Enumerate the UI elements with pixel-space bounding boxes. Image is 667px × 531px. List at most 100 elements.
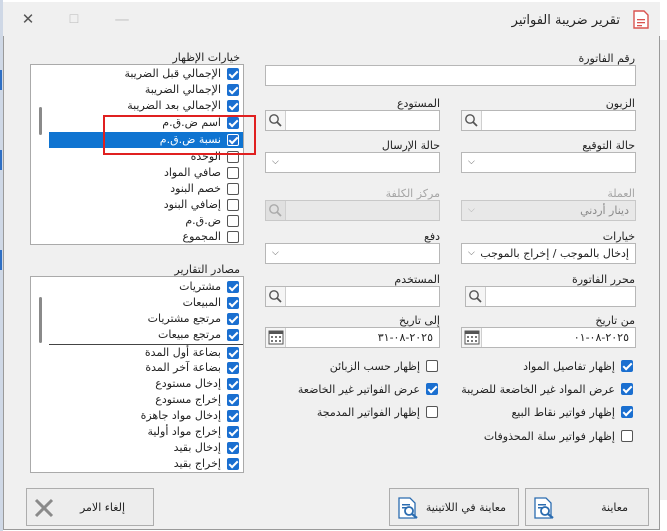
minimize-button[interactable]: — xyxy=(109,8,135,30)
list-item[interactable]: خصم البنود xyxy=(49,181,243,197)
send-status-select[interactable]: ⌵ xyxy=(265,152,440,173)
window-title: تقرير ضريبة الفواتير xyxy=(511,13,620,28)
date-from-value: ٢٠٢٥-٠٨-٠١ xyxy=(573,331,629,344)
show-nontaxable-materials-option[interactable]: عرض المواد غير الخاضعة للضريبة xyxy=(455,382,635,398)
search-icon[interactable] xyxy=(266,287,286,306)
checkbox[interactable] xyxy=(227,410,239,422)
checkbox[interactable] xyxy=(227,378,239,390)
display-options-title: خيارات الإظهار xyxy=(172,51,240,64)
list-item-label: إخراج مواد أولية xyxy=(147,425,221,438)
close-button[interactable]: ✕ xyxy=(15,8,41,30)
preview-latin-button[interactable]: معاينة في اللاتينية xyxy=(389,488,519,526)
signature-status-select[interactable]: ⌵ xyxy=(461,152,636,173)
checkbox[interactable] xyxy=(227,231,239,243)
list-item[interactable]: بضاعة أول المدة xyxy=(49,344,243,360)
options-select[interactable]: ⌵ إدخال بالموجب / إخراج بالموجب xyxy=(461,243,636,264)
list-item[interactable]: إخراج مستودع xyxy=(49,392,243,408)
checkbox[interactable] xyxy=(227,394,239,406)
checkbox[interactable] xyxy=(621,383,633,395)
show-by-customers-option[interactable]: إظهار حسب الزبائن xyxy=(300,359,440,375)
checkbox[interactable] xyxy=(227,84,239,96)
cancel-button[interactable]: إلغاء الامر xyxy=(26,488,154,526)
list-item-label: بضاعة آخر المدة xyxy=(145,361,221,374)
checkbox[interactable] xyxy=(227,68,239,80)
list-item[interactable]: المبيعات xyxy=(49,295,243,311)
chevron-down-icon: ⌵ xyxy=(468,248,475,258)
list-item-label: الإجمالي قبل الضريبة xyxy=(124,67,221,80)
show-nontaxable-invoices-option[interactable]: عرض الفواتير غير الخاضعة xyxy=(290,382,440,398)
list-item[interactable]: إخراج مواد أولية xyxy=(49,424,243,440)
checkbox[interactable] xyxy=(227,297,239,309)
list-item[interactable]: ض.ق.م xyxy=(49,213,243,229)
list-item-label: صافي المواد xyxy=(163,166,221,179)
list-item[interactable]: مشتريات xyxy=(49,279,243,295)
checkbox[interactable] xyxy=(621,406,633,418)
list-item-label: مشتريات xyxy=(179,280,221,293)
list-item[interactable]: إدخال مواد جاهزة xyxy=(49,408,243,424)
list-item[interactable]: مرتجع مشتريات xyxy=(49,311,243,327)
show-recycle-bin-invoices-option[interactable]: إظهار فواتير سلة المحذوفات xyxy=(470,429,635,445)
scrollbar-thumb[interactable] xyxy=(39,107,42,135)
checkbox[interactable] xyxy=(227,362,239,374)
checkbox[interactable] xyxy=(227,167,239,179)
checkbox[interactable] xyxy=(227,426,239,438)
cost-center-label: مركز الكلفة xyxy=(385,187,440,200)
list-item[interactable]: صافي المواد xyxy=(49,165,243,181)
list-item[interactable]: إدخال بقيد xyxy=(49,440,243,456)
chevron-down-icon: ⌵ xyxy=(272,248,279,258)
checkbox[interactable] xyxy=(227,215,239,227)
list-item-label: إخراج مستودع xyxy=(155,393,221,406)
checkbox[interactable] xyxy=(227,347,239,359)
customer-input[interactable] xyxy=(461,110,636,131)
list-item-label: إدخال بقيد xyxy=(173,441,221,454)
checkbox[interactable] xyxy=(227,313,239,325)
calendar-icon[interactable] xyxy=(462,328,482,347)
checkbox[interactable] xyxy=(227,458,239,470)
highlight-box xyxy=(103,115,256,155)
list-item[interactable]: الإجمالي الضريبة xyxy=(49,82,243,98)
checkbox[interactable] xyxy=(227,100,239,112)
checkbox[interactable] xyxy=(227,199,239,211)
payment-select[interactable]: ⌵ xyxy=(265,243,440,264)
checkbox[interactable] xyxy=(426,406,438,418)
scrollbar-thumb[interactable] xyxy=(39,297,42,343)
close-icon xyxy=(34,498,54,518)
list-item[interactable]: مرتجع مبيعات xyxy=(49,327,243,343)
checkbox[interactable] xyxy=(227,183,239,195)
show-merged-invoices-option[interactable]: إظهار الفواتير المدمجة xyxy=(300,405,440,421)
list-item[interactable]: إضافي البنود xyxy=(49,197,243,213)
checkbox[interactable] xyxy=(227,329,239,341)
calendar-icon[interactable] xyxy=(266,328,286,347)
restore-button[interactable]: ☐ xyxy=(61,8,87,30)
chevron-down-icon: ⌵ xyxy=(272,157,279,167)
search-icon[interactable] xyxy=(466,287,486,306)
report-sources-list[interactable]: مشتريات المبيعات مرتجع مشتريات مرتجع مبي… xyxy=(30,276,244,473)
checkbox[interactable] xyxy=(227,281,239,293)
checkbox[interactable] xyxy=(227,442,239,454)
date-to-input[interactable]: ٢٠٢٥-٠٨-٣١ xyxy=(265,327,440,348)
invoice-editor-input[interactable] xyxy=(465,286,636,307)
date-from-input[interactable]: ٢٠٢٥-٠٨-٠١ xyxy=(461,327,636,348)
warehouse-input[interactable] xyxy=(265,110,440,131)
list-item-label: المجموع xyxy=(182,230,221,243)
list-item[interactable]: إخراج بقيد xyxy=(49,456,243,472)
list-item[interactable]: بضاعة آخر المدة xyxy=(49,360,243,376)
option-label: إظهار الفواتير المدمجة xyxy=(316,406,420,419)
list-item[interactable]: الإجمالي بعد الضريبة xyxy=(49,98,243,114)
checkbox[interactable] xyxy=(621,360,633,372)
checkbox[interactable] xyxy=(621,430,633,442)
user-input[interactable] xyxy=(265,286,440,307)
show-material-details-option[interactable]: إظهار تفاصيل المواد xyxy=(490,359,635,375)
list-item[interactable]: الإجمالي قبل الضريبة xyxy=(49,66,243,82)
search-icon xyxy=(266,201,286,220)
list-item[interactable]: إدخال مستودع xyxy=(49,376,243,392)
show-pos-invoices-option[interactable]: إظهار فواتير نقاط البيع xyxy=(490,405,635,421)
checkbox[interactable] xyxy=(426,383,438,395)
search-icon[interactable] xyxy=(462,111,482,130)
preview-icon xyxy=(398,497,418,519)
search-icon[interactable] xyxy=(266,111,286,130)
list-item[interactable]: المجموع xyxy=(49,229,243,245)
checkbox[interactable] xyxy=(426,360,438,372)
preview-button[interactable]: معاينة xyxy=(525,488,649,526)
invoice-number-input[interactable] xyxy=(265,65,636,86)
